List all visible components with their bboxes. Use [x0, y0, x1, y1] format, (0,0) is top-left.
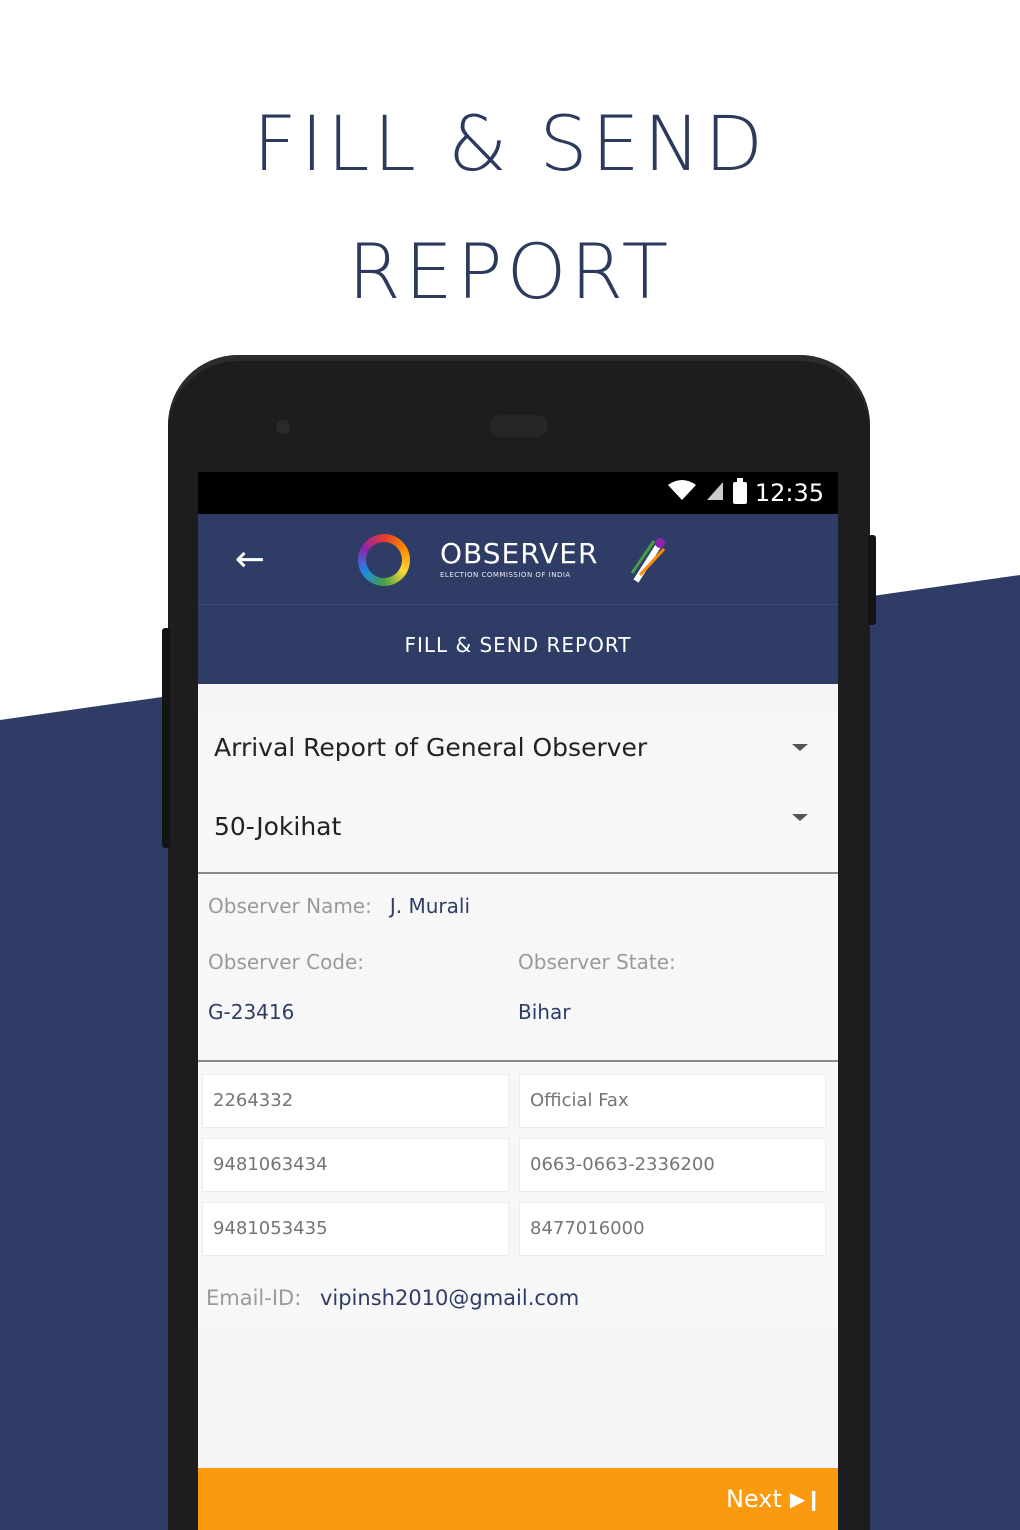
landline-field[interactable]: [519, 1138, 826, 1192]
front-camera-icon: [276, 420, 290, 434]
caret-down-icon: [792, 814, 808, 821]
power-button: [868, 535, 876, 625]
observer-info: Observer Name: J. Murali Observer Code: …: [198, 874, 838, 1062]
inked-finger-logo-icon: [626, 535, 670, 585]
alternate-mobile-field[interactable]: [202, 1202, 509, 1256]
logo-subtitle: ELECTION COMMISSION OF INDIA: [440, 571, 571, 579]
headline-line-2: REPORT: [347, 227, 673, 316]
observer-name-value: J. Murali: [389, 894, 470, 918]
color-ring-logo-icon: [358, 534, 410, 586]
headline-line-1: FILL & SEND: [252, 99, 768, 188]
arrow-left-icon: ←: [234, 539, 266, 580]
email-value: vipinsh2010@gmail.com: [319, 1286, 580, 1310]
report-form: Arrival Report of General Observer 50-Jo…: [198, 710, 838, 1330]
email-label: Email-ID:: [206, 1286, 302, 1310]
observer-code-value: G-23416: [208, 1000, 295, 1024]
observer-state-value: Bihar: [518, 1000, 571, 1024]
wifi-icon: [667, 479, 697, 507]
back-button[interactable]: ←: [226, 536, 274, 584]
volume-button: [162, 628, 170, 848]
alternate-phone-field[interactable]: [519, 1202, 826, 1256]
logo-title: OBSERVER: [440, 537, 599, 570]
observer-state: Observer State: Bihar: [518, 950, 828, 1024]
skip-next-icon: ▶❙: [789, 1487, 822, 1511]
sub-header: FILL & SEND REPORT: [198, 604, 838, 684]
next-label: Next: [725, 1485, 782, 1513]
constituency-value: 50-Jokihat: [214, 811, 342, 841]
email-row: Email-ID: vipinsh2010@gmail.com: [198, 1266, 838, 1330]
observer-code-label: Observer Code:: [208, 950, 365, 974]
caret-down-icon: [792, 744, 808, 751]
contact-row: [202, 1202, 834, 1256]
status-bar: 12:35: [198, 472, 838, 514]
logo-text: OBSERVER ELECTION COMMISSION OF INDIA: [440, 539, 598, 581]
status-time: 12:35: [754, 479, 824, 507]
observer-logo: OBSERVER ELECTION COMMISSION OF INDIA: [358, 528, 678, 592]
report-type-dropdown[interactable]: Arrival Report of General Observer: [198, 710, 838, 784]
contact-row: [202, 1074, 834, 1128]
sub-header-title: FILL & SEND REPORT: [404, 632, 632, 657]
speaker-grille: [490, 415, 548, 437]
observer-state-label: Observer State:: [518, 950, 676, 974]
mobile-field[interactable]: [202, 1138, 509, 1192]
signal-icon: [705, 479, 725, 507]
observer-name-row: Observer Name: J. Murali: [208, 894, 828, 918]
report-type-value: Arrival Report of General Observer: [214, 732, 648, 762]
observer-name-label: Observer Name:: [208, 894, 372, 918]
contact-row: [202, 1138, 834, 1192]
fax-field[interactable]: [519, 1074, 826, 1128]
battery-icon: [732, 478, 747, 504]
headline: FILL & SEND REPORT: [0, 80, 1020, 336]
promo-page: FILL & SEND REPORT 12:35 ← OBSERVER ELEC…: [0, 0, 1020, 1530]
observer-code-state-row: Observer Code: G-23416 Observer State: B…: [208, 950, 828, 1024]
contact-fields: [198, 1062, 838, 1256]
phone-field[interactable]: [202, 1074, 509, 1128]
app-bar: ← OBSERVER ELECTION COMMISSION OF INDIA: [198, 514, 838, 604]
phone-screen: 12:35 ← OBSERVER ELECTION COMMISSION OF …: [198, 472, 838, 1530]
observer-code: Observer Code: G-23416: [208, 950, 518, 1024]
constituency-dropdown[interactable]: 50-Jokihat: [198, 784, 838, 874]
next-button[interactable]: Next ▶❙: [198, 1468, 838, 1530]
